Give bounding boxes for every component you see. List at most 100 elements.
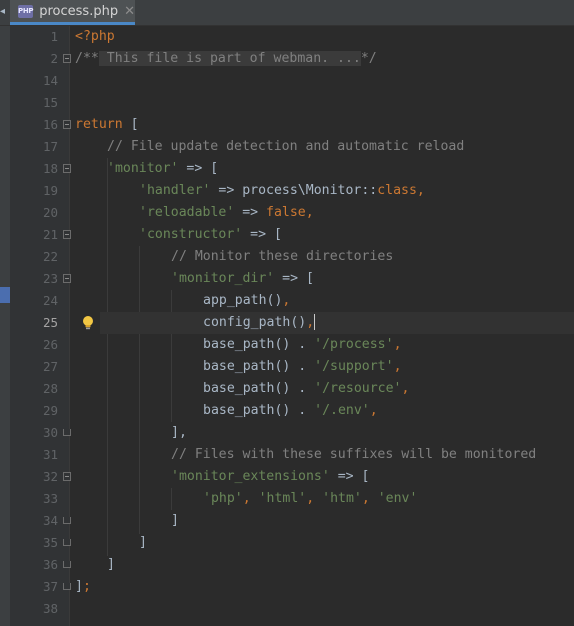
comment-start: /** [75, 51, 99, 66]
comment-end: */ [360, 51, 377, 66]
comma: , [369, 403, 378, 418]
code-line: 24 app_path(), [0, 290, 574, 312]
line-number: 17 [42, 139, 58, 154]
close-icon[interactable]: ✕ [124, 4, 135, 19]
text-caret [314, 314, 316, 330]
line-number: 26 [42, 337, 58, 352]
editor-tab-bar: ◂ PHP process.php ✕ [0, 0, 574, 26]
code-line: 16 return [ [0, 114, 574, 136]
string: 'monitor_dir' [171, 271, 275, 286]
string: 'constructor' [139, 227, 243, 242]
operator: :: [361, 183, 378, 198]
line-code: ] [139, 532, 147, 554]
string: 'monitor' [107, 161, 179, 176]
tab-process-php[interactable]: PHP process.php ✕ [10, 0, 135, 25]
code-line: 28 base_path() . '/resource', [0, 378, 574, 400]
line-code: base_path() . '/resource', [203, 378, 409, 400]
line-code: app_path(), [203, 290, 290, 312]
fold-toggle[interactable] [63, 120, 71, 129]
fold-toggle[interactable] [63, 54, 71, 63]
fold-toggle[interactable] [63, 274, 71, 283]
lightbulb-icon[interactable] [82, 315, 94, 331]
line-code: /** This file is part of webman. ...*/ [75, 48, 377, 70]
line-number: 18 [42, 161, 58, 176]
line-code: base_path() . '/.env', [203, 400, 378, 422]
line-number: 20 [42, 205, 58, 220]
string: '/process' [314, 337, 394, 352]
fold-toggle[interactable] [63, 539, 71, 546]
string: '/.env' [314, 403, 370, 418]
fold-toggle[interactable] [63, 583, 71, 590]
string: 'reloadable' [139, 205, 235, 220]
code-line: 2 /** This file is part of webman. ...*/ [0, 48, 574, 70]
operator: => [ [242, 227, 282, 242]
line-code: // File update detection and automatic r… [107, 136, 464, 158]
code-line: 38 [0, 598, 574, 620]
string: 'handler' [139, 183, 211, 198]
line-number: 19 [42, 183, 58, 198]
line-number: 37 [42, 579, 58, 594]
function-call: base_path() . [203, 359, 315, 374]
line-number: 34 [42, 513, 58, 528]
line-code: 'handler' => process\Monitor::class, [139, 180, 425, 202]
line-number: 33 [42, 491, 58, 506]
fold-toggle[interactable] [63, 164, 71, 173]
tab-scroll-left[interactable]: ◂ [0, 0, 8, 25]
semicolon: ; [82, 579, 91, 594]
comma: , [282, 293, 291, 308]
fold-toggle[interactable] [63, 561, 71, 568]
line-code: ] [171, 510, 179, 532]
comma: , [361, 491, 378, 506]
tab-title: process.php [39, 3, 119, 19]
line-number: 28 [42, 381, 58, 396]
line-code: 'php', 'html', 'htm', 'env' [203, 488, 417, 510]
comma: , [306, 491, 323, 506]
line-number: 30 [42, 425, 58, 440]
code-line: 27 base_path() . '/support', [0, 356, 574, 378]
line-number: 1 [50, 29, 58, 44]
code-line: 34 ] [0, 510, 574, 532]
line-code: 'monitor_dir' => [ [171, 268, 314, 290]
code-line: 18 'monitor' => [ [0, 158, 574, 180]
code-line: 36 ] [0, 554, 574, 576]
line-code: 'monitor_extensions' => [ [171, 466, 370, 488]
fold-toggle[interactable] [63, 517, 71, 524]
line-number: 24 [42, 293, 58, 308]
fold-toggle[interactable] [63, 230, 71, 239]
fold-toggle[interactable] [63, 429, 71, 436]
line-code: base_path() . '/support', [203, 356, 402, 378]
line-number: 16 [42, 117, 58, 132]
php-file-icon: PHP [18, 4, 34, 18]
comma: , [393, 359, 402, 374]
fold-toggle[interactable] [63, 472, 71, 481]
comma: , [416, 183, 425, 198]
code-line: 22 // Monitor these directories [0, 246, 574, 268]
class-name: process\Monitor [242, 183, 362, 198]
code-line: 21 'constructor' => [ [0, 224, 574, 246]
line-code: 'monitor' => [ [107, 158, 218, 180]
bracket: ] [107, 557, 115, 572]
keyword: class [377, 183, 417, 198]
line-number: 25 [42, 315, 58, 330]
code-line: 15 [0, 92, 574, 114]
line-number: 21 [42, 227, 58, 242]
bracket: ], [171, 425, 187, 440]
function-call: app_path() [203, 293, 283, 308]
function-call: base_path() . [203, 337, 315, 352]
comment: // Files with these suffixes will be mon… [171, 447, 537, 462]
line-code: ], [171, 422, 187, 444]
line-number: 32 [42, 469, 58, 484]
string: 'html' [258, 491, 307, 506]
code-line: 17 // File update detection and automati… [0, 136, 574, 158]
comma: , [306, 315, 315, 330]
line-code: base_path() . '/process', [203, 334, 402, 356]
line-code: 'reloadable' => false, [139, 202, 314, 224]
folded-region[interactable]: This file is part of webman. ... [98, 51, 361, 66]
line-number: 29 [42, 403, 58, 418]
string: '/resource' [314, 381, 402, 396]
line-number: 35 [42, 535, 58, 550]
function-call: base_path() . [203, 403, 315, 418]
current-line-highlight [100, 312, 574, 334]
code-line: 32 'monitor_extensions' => [ [0, 466, 574, 488]
line-number: 15 [42, 95, 58, 110]
